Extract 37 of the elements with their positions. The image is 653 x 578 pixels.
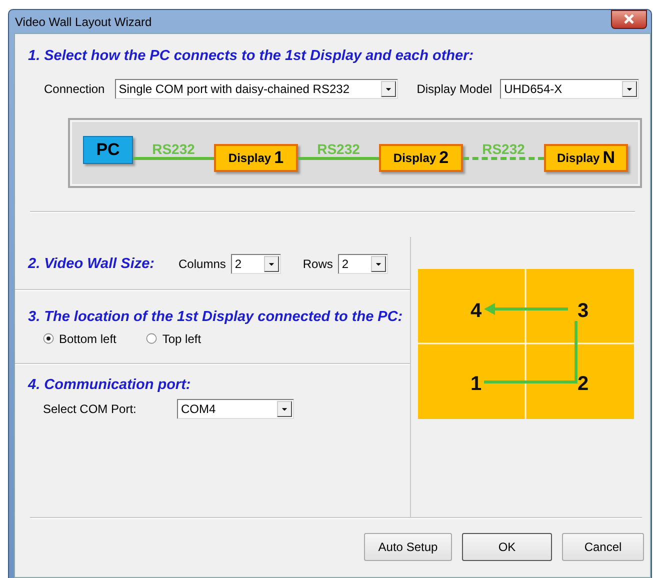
caret-icon — [622, 81, 638, 97]
display-node: Display 1 — [214, 144, 298, 172]
field-label: Select COM Port: — [43, 402, 138, 416]
section-heading: 1. Select how the PC connects to the 1st Display and each other: — [28, 48, 475, 64]
display-number: 4 — [470, 300, 482, 322]
caret-icon — [277, 401, 292, 417]
dialog-button[interactable]: Cancel — [562, 533, 644, 561]
window-title: Video Wall Layout Wizard — [15, 14, 152, 28]
radio-option[interactable]: Top left — [146, 332, 202, 346]
dialog-button[interactable]: OK — [462, 533, 552, 561]
pc-node: PC — [83, 136, 133, 164]
dialog-button[interactable]: Auto Setup — [364, 533, 452, 561]
close-icon[interactable] — [611, 10, 647, 29]
display-number: 2 — [577, 373, 589, 395]
field-label: Columns — [178, 257, 226, 271]
field-label: Connection — [44, 82, 105, 96]
display-node: Display N — [544, 144, 628, 172]
link-label: RS232 — [152, 142, 195, 157]
display-model-dropdown[interactable]: UHD654-X — [500, 79, 640, 99]
caret-icon — [370, 256, 386, 272]
connection-dropdown[interactable]: Single COM port with daisy-chained RS232 — [114, 79, 398, 99]
display-node: Display 2 — [379, 144, 463, 172]
section-heading: 2. Video Wall Size: — [28, 256, 155, 272]
caret-icon — [380, 81, 396, 97]
link-label: RS232 — [482, 142, 525, 157]
link-label: RS232 — [317, 142, 360, 157]
display-number: 3 — [577, 300, 589, 322]
field-label: Rows — [302, 257, 333, 271]
section-heading: 3. The location of the 1st Display connected to the PC: — [28, 309, 404, 325]
field-label: Display Model — [416, 82, 492, 96]
columns-dropdown[interactable]: 2 — [230, 254, 281, 274]
rows-dropdown[interactable]: 2 — [338, 254, 388, 274]
com-port-dropdown[interactable]: COM4 — [177, 399, 294, 419]
section-heading: 4. Communication port: — [28, 377, 192, 393]
radio-option[interactable]: Bottom left — [43, 332, 116, 346]
caret-icon — [264, 256, 279, 272]
display-number: 1 — [470, 373, 482, 395]
